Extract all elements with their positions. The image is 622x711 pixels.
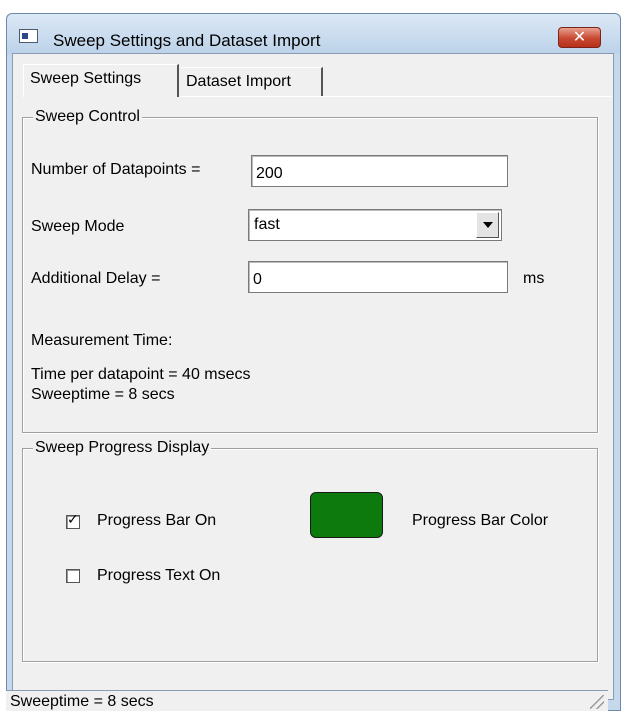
sweep-control-title: Sweep Control: [33, 108, 142, 126]
progress-bar-on-label[interactable]: Progress Bar On: [97, 512, 216, 530]
delay-unit: ms: [523, 270, 545, 287]
progress-text-on-label[interactable]: Progress Text On: [97, 567, 220, 585]
sweep-mode-label: Sweep Mode: [31, 218, 125, 235]
datapoints-label: Number of Datapoints =: [31, 161, 201, 178]
chevron-down-icon[interactable]: [476, 212, 499, 238]
tab-divider: [179, 96, 612, 97]
measurement-time-label: Measurement Time:: [31, 332, 173, 349]
sweeptime-text: Sweeptime = 8 secs: [31, 386, 175, 403]
tab-sweep-settings[interactable]: Sweep Settings: [23, 64, 179, 97]
delay-label: Additional Delay =: [31, 270, 161, 287]
close-icon: ✕: [572, 27, 587, 46]
progress-display-title: Sweep Progress Display: [33, 439, 212, 457]
datapoints-input[interactable]: [251, 155, 508, 187]
progress-bar-color-label: Progress Bar Color: [412, 512, 549, 529]
app-window-icon: [19, 29, 38, 43]
title-bar[interactable]: Sweep Settings and Dataset Import ✕: [7, 14, 620, 54]
sweep-mode-select[interactable]: fast: [248, 209, 502, 241]
progress-bar-color-button[interactable]: [310, 492, 383, 538]
close-button[interactable]: ✕: [558, 27, 601, 48]
tab-dataset-import-label: Dataset Import: [186, 73, 291, 90]
tab-sweep-settings-label: Sweep Settings: [30, 70, 142, 87]
sweep-mode-value: fast: [254, 216, 280, 233]
progress-text-on-checkbox[interactable]: [66, 569, 80, 583]
time-per-datapoint-text: Time per datapoint = 40 msecs: [31, 366, 251, 383]
window-title: Sweep Settings and Dataset Import: [53, 31, 321, 50]
status-text: Sweeptime = 8 secs: [10, 693, 154, 710]
delay-input[interactable]: [248, 261, 508, 293]
status-bar: Sweeptime = 8 secs: [6, 690, 608, 711]
tab-dataset-import[interactable]: Dataset Import: [180, 67, 323, 97]
progress-display-group: Sweep Progress Display: [22, 439, 598, 662]
progress-bar-on-checkbox[interactable]: [66, 512, 80, 529]
resize-grip-icon[interactable]: [590, 695, 604, 709]
